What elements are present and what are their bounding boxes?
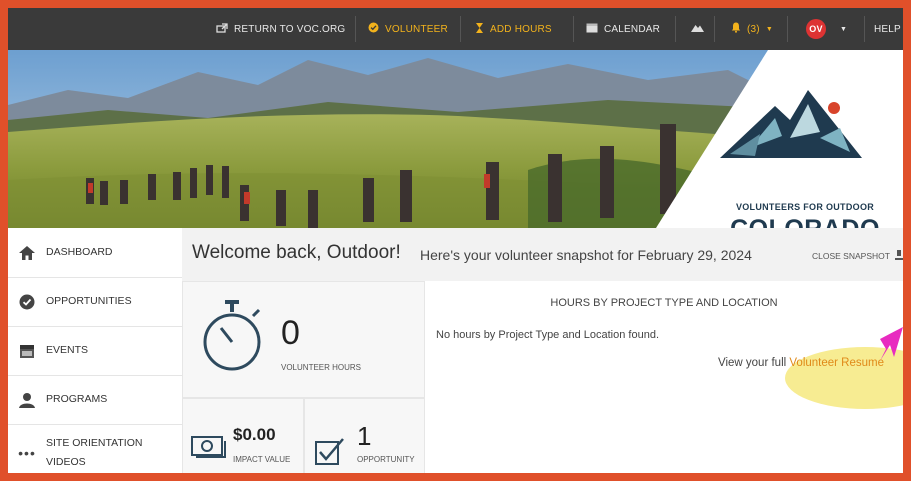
volunteer-hours-label: VOLUNTEER HOURS <box>281 363 362 372</box>
resume-line: View your full Volunteer Resume <box>718 357 885 369</box>
money-icon <box>191 433 227 464</box>
impact-value-card: $0.00 IMPACT VALUE <box>182 398 304 473</box>
dots-icon: ••• <box>18 444 36 461</box>
volunteer-resume-link[interactable]: Volunteer Resume <box>789 357 884 369</box>
responses-label: OPPORTUNITY RESPONSES <box>357 455 415 481</box>
panel-empty-message: No hours by Project Type and Location fo… <box>436 329 659 341</box>
hourglass-icon <box>475 22 484 37</box>
volunteer-link[interactable]: VOLUNTEER <box>368 8 448 50</box>
sidebar: DASHBOARD OPPORTUNITIES EVENTS PROGRAMS … <box>8 228 182 473</box>
stopwatch-icon <box>201 300 263 377</box>
welcome-title: Welcome back, Outdoor! <box>192 242 401 263</box>
mountain-icon <box>691 22 704 36</box>
sidebar-item-site-orientation-videos[interactable]: ••• SITE ORIENTATION VIDEOS <box>8 424 182 473</box>
responses-value: 1 <box>357 421 372 451</box>
people-icon <box>8 392 46 408</box>
return-link[interactable]: RETURN TO VOC.ORG <box>216 8 345 50</box>
checkbox-icon <box>315 437 345 470</box>
calendar-icon <box>8 343 46 359</box>
caret-down-icon: ▼ <box>765 25 773 33</box>
app-frame: RETURN TO VOC.ORG VOLUNTEER ADD HOURS CA… <box>0 0 911 481</box>
impact-label: IMPACT VALUE <box>233 455 291 464</box>
home-icon <box>8 245 46 260</box>
sidebar-item-opportunities[interactable]: OPPORTUNITIES <box>8 277 182 327</box>
bell-icon <box>731 22 741 36</box>
user-menu[interactable]: OV ▼ <box>806 8 847 50</box>
top-nav: RETURN TO VOC.ORG VOLUNTEER ADD HOURS CA… <box>8 8 903 50</box>
avatar: OV <box>806 19 826 39</box>
caret-down-icon: ▼ <box>840 25 848 33</box>
logo-title: COLORADO <box>720 215 890 228</box>
notifications-button[interactable]: (3) ▼ <box>731 8 773 50</box>
impact-value: $0.00 <box>233 425 276 444</box>
check-badge-icon <box>368 22 379 36</box>
volunteer-hours-card: 0 VOLUNTEER HOURS <box>182 281 425 398</box>
sidebar-item-dashboard[interactable]: DASHBOARD <box>8 228 182 278</box>
collapse-icon <box>894 250 903 262</box>
calendar-icon <box>586 22 598 36</box>
main-content: Welcome back, Outdoor! Here's your volun… <box>182 228 903 481</box>
calendar-link[interactable]: CALENDAR <box>586 8 660 50</box>
hero-banner: VOLUNTEERS FOR OUTDOOR COLORADO <box>8 50 903 228</box>
close-snapshot-button[interactable]: CLOSE SNAPSHOT <box>812 250 903 262</box>
add-hours-link[interactable]: ADD HOURS <box>475 8 552 50</box>
check-circle-icon <box>8 294 46 310</box>
external-link-icon <box>216 22 228 36</box>
sidebar-item-events[interactable]: EVENTS <box>8 326 182 376</box>
snapshot-subtitle: Here's your volunteer snapshot for Febru… <box>420 247 752 263</box>
responses-card: 1 OPPORTUNITY RESPONSES <box>304 398 425 481</box>
mountain-link[interactable] <box>691 8 704 50</box>
sidebar-item-programs[interactable]: PROGRAMS <box>8 375 182 425</box>
hours-by-project-panel: HOURS BY PROJECT TYPE AND LOCATION No ho… <box>425 281 903 473</box>
pointer-arrow-icon <box>880 327 903 361</box>
logo-tagline: VOLUNTEERS FOR OUTDOOR <box>735 202 875 212</box>
panel-title: HOURS BY PROJECT TYPE AND LOCATION <box>550 297 778 309</box>
help-link[interactable]: HELP <box>874 8 901 50</box>
volunteer-hours-value: 0 <box>281 314 300 352</box>
